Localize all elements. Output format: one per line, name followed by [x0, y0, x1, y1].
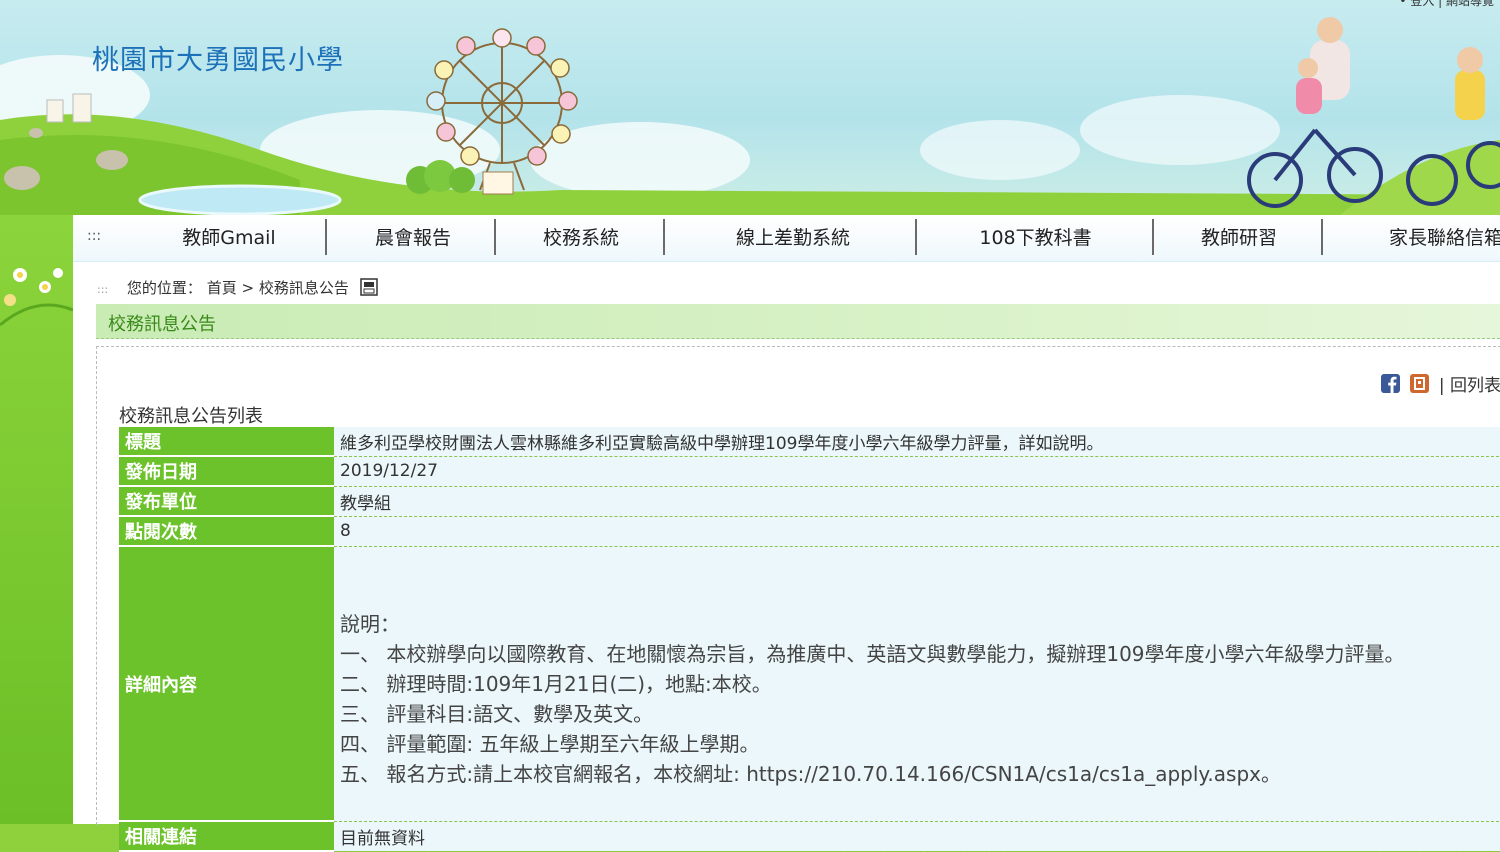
print-icon[interactable] [359, 277, 378, 300]
content-line: 一、 本校辦學向以國際教育、在地關懷為宗旨，為推廣中、英語文與數學能力，擬辦理1… [340, 641, 1405, 666]
table-row: 詳細內容 說明： 一、 本校辦學向以國際教育、在地關懷為宗旨，為推廣中、英語文與… [119, 546, 1500, 822]
nav-item-school-system[interactable]: 校務系統 [521, 215, 641, 261]
table-row: 相關連結 目前無資料 [119, 821, 1500, 852]
header-banner: 桃園市大勇國民小學 • 登入 | 網站導覽 [0, 0, 1500, 215]
facebook-icon[interactable] [1380, 374, 1400, 393]
nav-item-morning-report[interactable]: 晨會報告 [353, 215, 473, 261]
content-body: 說明： 一、 本校辦學向以國際教育、在地關懷為宗旨，為推廣中、英語文與數學能力，… [340, 547, 1500, 821]
breadcrumb-dots-icon: ::: [97, 283, 109, 296]
nav-separator [1321, 219, 1323, 255]
nav-item-teacher-training[interactable]: 教師研習 [1183, 215, 1295, 261]
table-row: 發佈日期 2019/12/27 [119, 456, 1500, 487]
title-value: 維多利亞學校財團法人雲林縣維多利亞實驗高級中學辦理109學年度小學六年級學力評量… [334, 427, 1500, 457]
content-line: 三、 評量科目:語文、數學及英文。 [340, 701, 654, 726]
links-value: 目前無資料 [334, 821, 1500, 852]
breadcrumb: ::: 您的位置： 首頁 > 校務訊息公告 [97, 277, 378, 300]
nav-separator [915, 219, 917, 255]
breadcrumb-home-link[interactable]: 首頁 [207, 279, 237, 297]
content-value: 說明： 一、 本校辦學向以國際教育、在地關懷為宗旨，為推廣中、英語文與數學能力，… [334, 546, 1500, 822]
links-label: 相關連結 [119, 821, 334, 852]
section-title: 校務訊息公告 [108, 314, 216, 335]
unit-value: 教學組 [334, 486, 1500, 517]
content-line[interactable]: 五、 報名方式:請上本校官網報名，本校網址: https://210.70.14… [340, 759, 1500, 789]
table-row: 點閱次數 8 [119, 516, 1500, 547]
date-value: 2019/12/27 [334, 456, 1500, 487]
nav-item-textbooks[interactable]: 108下教科書 [968, 215, 1103, 261]
content-line: 四、 評量範圍: 五年級上學期至六年級上學期。 [340, 731, 760, 756]
announcement-detail-table: 標題 維多利亞學校財團法人雲林縣維多利亞實驗高級中學辦理109學年度小學六年級學… [119, 427, 1500, 852]
nav-item-parent-mailbox[interactable]: 家長聯絡信箱 [1389, 215, 1500, 261]
list-caption: 校務訊息公告列表 [119, 406, 263, 427]
main-panel: ::: 教師Gmail 晨會報告 校務系統 線上差勤系統 108下教科書 教師研… [73, 215, 1500, 852]
nav-separator [663, 219, 665, 255]
nav-item-attendance-system[interactable]: 線上差勤系統 [713, 215, 873, 261]
views-value: 8 [334, 516, 1500, 547]
date-label: 發佈日期 [119, 456, 334, 487]
nav-separator [1152, 219, 1154, 255]
nav-separator [325, 219, 327, 255]
main-nav-bar: ::: 教師Gmail 晨會報告 校務系統 線上差勤系統 108下教科書 教師研… [73, 215, 1500, 262]
nav-dots-icon: ::: [87, 228, 102, 244]
breadcrumb-current[interactable]: 校務訊息公告 [259, 279, 349, 297]
content-box: | 回列表 校務訊息公告列表 標題 維多利亞學校財團法人雲林縣維多利亞實驗高級中… [96, 346, 1500, 852]
content-label: 詳細內容 [119, 546, 334, 822]
section-header: 校務訊息公告 [96, 304, 1500, 339]
top-links[interactable]: • 登入 | 網站導覽 [1399, 0, 1494, 9]
nav-item-teacher-gmail[interactable]: 教師Gmail [173, 215, 285, 261]
views-label: 點閱次數 [119, 516, 334, 547]
content-line: 說明： [340, 611, 400, 636]
flowers-decoration [0, 268, 74, 327]
table-row: 標題 維多利亞學校財團法人雲林縣維多利亞實驗高級中學辦理109學年度小學六年級學… [119, 427, 1500, 457]
share-row: | 回列表 [1380, 371, 1500, 396]
banner-illustration [0, 17, 1500, 215]
breadcrumb-prefix: 您的位置： [126, 279, 202, 297]
back-to-list-link[interactable]: | 回列表 [1439, 376, 1500, 396]
table-row: 發布單位 教學組 [119, 486, 1500, 517]
unit-label: 發布單位 [119, 486, 334, 517]
content-line: 二、 辦理時間:109年1月21日(二)，地點:本校。 [340, 671, 772, 696]
title-label: 標題 [119, 427, 334, 457]
plurk-icon[interactable] [1409, 374, 1429, 393]
nav-separator [494, 219, 496, 255]
left-decoration-strip [0, 215, 74, 824]
school-name-title[interactable]: 桃園市大勇國民小學 [92, 38, 344, 77]
breadcrumb-separator: > [241, 279, 259, 297]
